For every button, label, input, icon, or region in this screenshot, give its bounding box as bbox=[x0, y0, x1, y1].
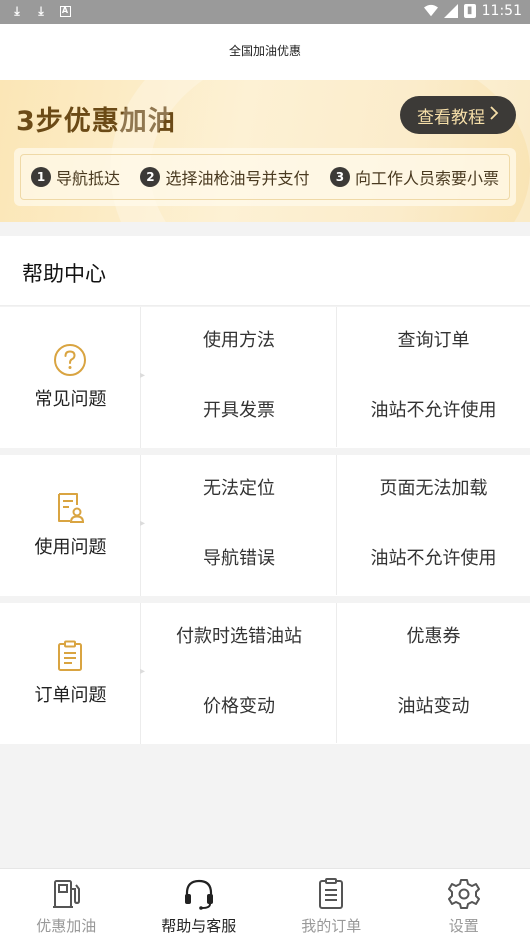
download-icon: ⤓ bbox=[14, 3, 20, 18]
nav-label: 设置 bbox=[448, 917, 479, 935]
chevron-right-icon bbox=[489, 105, 499, 125]
question-links: 使用方法 查询订单 开具发票 油站不允许使用 bbox=[142, 307, 530, 448]
help-link[interactable]: 价格变动 bbox=[142, 673, 336, 743]
steps-panel: 1 导航抵达 2 选择油枪油号并支付 3 向工作人员索要小票 bbox=[14, 148, 516, 206]
category-label: 使用问题 bbox=[34, 537, 107, 558]
banner-headline: 3步优惠加油 bbox=[16, 106, 176, 137]
header: 全国加油优惠 bbox=[0, 24, 530, 80]
help-link[interactable]: 付款时选错油站 bbox=[142, 603, 336, 673]
view-tutorial-button[interactable]: 查看教程 bbox=[400, 96, 516, 134]
help-link[interactable]: 无法定位 bbox=[142, 455, 336, 525]
help-link[interactable]: 查询订单 bbox=[336, 307, 530, 377]
help-link[interactable]: 开具发票 bbox=[142, 377, 336, 447]
step-label: 向工作人员索要小票 bbox=[354, 169, 499, 188]
wifi-icon bbox=[423, 3, 438, 19]
question-links: 无法定位 页面无法加载 导航错误 油站不允许使用 bbox=[142, 455, 530, 596]
faq-section: 常见问题 ▸ 使用方法 查询订单 开具发票 油站不允许使用 bbox=[0, 307, 530, 448]
category-common-questions[interactable]: 常见问题 ▸ bbox=[0, 307, 145, 448]
help-link[interactable]: 使用方法 bbox=[142, 307, 336, 377]
document-user-icon bbox=[58, 493, 85, 523]
nav-label: 帮助与客服 bbox=[161, 917, 237, 935]
step-number: 1 bbox=[31, 167, 51, 187]
nav-fuel-deals[interactable]: 优惠加油 bbox=[0, 869, 133, 940]
status-time: 11:51 bbox=[481, 3, 522, 19]
category-label: 订单问题 bbox=[34, 685, 107, 706]
step-label: 导航抵达 bbox=[56, 169, 121, 188]
step-item: 1 导航抵达 bbox=[31, 165, 120, 189]
bottom-nav: 优惠加油 帮助与客服 我的订单 设置 bbox=[0, 868, 530, 940]
nav-label: 我的订单 bbox=[301, 917, 362, 935]
help-link[interactable]: 页面无法加载 bbox=[336, 455, 530, 525]
step-number: 2 bbox=[140, 167, 161, 187]
step-label: 选择油枪油号并支付 bbox=[165, 169, 310, 188]
fuel-pump-icon bbox=[53, 880, 81, 908]
question-circle-icon bbox=[54, 344, 86, 376]
headset-icon bbox=[184, 879, 213, 910]
help-center-header: 帮助中心 bbox=[0, 236, 530, 306]
help-link[interactable]: 优惠券 bbox=[336, 603, 530, 673]
category-order-questions[interactable]: 订单问题 ▸ bbox=[0, 603, 145, 744]
usage-section: 使用问题 ▸ 无法定位 页面无法加载 导航错误 油站不允许使用 bbox=[0, 455, 530, 596]
order-section: 订单问题 ▸ 付款时选错油站 优惠券 价格变动 油站变动 bbox=[0, 603, 530, 744]
nav-help-service[interactable]: 帮助与客服 bbox=[133, 869, 266, 940]
battery-icon: ▮ bbox=[463, 4, 476, 18]
download-icon: ⤓ bbox=[38, 3, 44, 18]
page-title: 全国加油优惠 bbox=[228, 44, 301, 58]
promo-banner: 3步优惠加油 查看教程 1 导航抵达 2 选择油枪油号并支付 3 向工作人员索要… bbox=[0, 80, 530, 222]
help-center-title: 帮助中心 bbox=[22, 262, 106, 286]
help-link[interactable]: 油站不允许使用 bbox=[336, 525, 530, 595]
step-item: 3 向工作人员索要小票 bbox=[329, 165, 499, 189]
signal-icon bbox=[443, 3, 458, 19]
order-list-icon bbox=[319, 878, 344, 909]
step-item: 2 选择油枪油号并支付 bbox=[140, 165, 310, 189]
nav-my-orders[interactable]: 我的订单 bbox=[265, 869, 398, 940]
question-links: 付款时选错油站 优惠券 价格变动 油站变动 bbox=[142, 603, 530, 744]
settings-gear-icon bbox=[447, 879, 480, 909]
help-link[interactable]: 油站不允许使用 bbox=[336, 377, 530, 447]
nav-label: 优惠加油 bbox=[36, 917, 97, 935]
clipboard-icon bbox=[58, 640, 82, 671]
category-usage-questions[interactable]: 使用问题 ▸ bbox=[0, 455, 145, 596]
app-a-icon: A bbox=[58, 3, 72, 19]
help-link[interactable]: 导航错误 bbox=[142, 525, 336, 595]
category-label: 常见问题 bbox=[34, 389, 107, 410]
status-bar: ⤓ ⤓ A ▮ 11:51 bbox=[0, 0, 530, 24]
nav-settings[interactable]: 设置 bbox=[398, 869, 530, 940]
view-tutorial-label: 查看教程 bbox=[417, 107, 485, 128]
help-link[interactable]: 油站变动 bbox=[336, 673, 530, 743]
step-number: 3 bbox=[329, 167, 350, 187]
